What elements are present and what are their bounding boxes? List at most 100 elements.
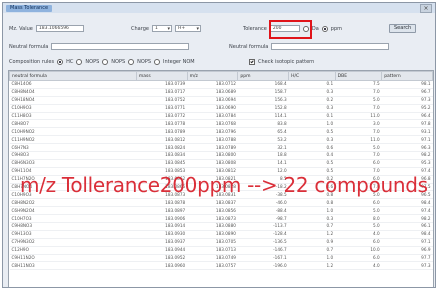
cell-value: 0.6 — [288, 143, 336, 153]
cell-value: -98.7 — [237, 214, 289, 224]
cell-value: 0.1 — [288, 112, 336, 121]
table-row[interactable]: C8H8N2O2 183.0878 183.0837 -46.0 0.8 6.0 98.4 — [9, 198, 433, 208]
cell-value: 0.3 — [288, 88, 336, 97]
header-hc[interactable]: H/C — [288, 71, 336, 81]
close-icon[interactable]: × — [420, 3, 432, 13]
search-button[interactable]: Search — [389, 24, 417, 33]
mz-input[interactable]: 183.1066596 — [35, 25, 84, 32]
cell-value: 183.0873 — [187, 214, 238, 224]
table-row[interactable]: C6H9N2O4 183.0897 183.0856 -88.4 1.0 5.0 97.4 — [9, 206, 433, 216]
table-row[interactable]: C11H9NO2 183.0812 183.0788 53.2 0.3 11.0 97.1 — [9, 135, 433, 145]
cell-value: 98.4 — [381, 230, 433, 239]
composition-radio-nops-1[interactable] — [76, 59, 83, 65]
composition-option-nops-3: NOPS — [137, 59, 152, 65]
cell-value: 98.1 — [381, 80, 433, 89]
cell-value: 152.8 — [237, 104, 289, 113]
cell-value: 183.0771 — [136, 104, 188, 113]
mz-label: Mz. Value — [9, 25, 33, 32]
composition-radio-nops-2[interactable] — [102, 59, 109, 65]
cell-value: -113.7 — [237, 222, 289, 231]
table-row[interactable]: C10H9O3 183.0771 183.0690 152.8 0.3 7.0 95.2 — [9, 104, 433, 113]
cell-value: 183.0772 — [136, 112, 188, 121]
cell-formula: C8H6N3O3 — [9, 159, 137, 168]
header-mz[interactable]: m/z — [186, 71, 239, 81]
polarity-value: H+ — [177, 26, 186, 31]
cell-value: -196.0 — [237, 261, 289, 271]
cell-value: 183.0713 — [187, 246, 238, 255]
table-row[interactable]: C6H7N3 183.0824 183.0789 32.1 0.6 5.0 96.3 — [9, 143, 433, 153]
cell-value: 183.0890 — [187, 230, 238, 239]
table-row[interactable]: C7H9N3O2 183.0937 183.0705 -136.5 0.9 6.0 97.1 — [9, 238, 433, 247]
cell-value: 7.0 — [335, 104, 382, 113]
table-row[interactable]: C8H11NO3 183.0960 183.0757 -196.0 1.2 4.0 97.3 — [9, 261, 433, 271]
cell-value: -136.5 — [237, 238, 289, 247]
table-row[interactable]: C11H8O3 183.0772 183.0784 114.1 0.1 11.0 96.4 — [9, 112, 433, 121]
table-row[interactable]: C9H8O3 183.0834 183.0800 18.8 0.4 7.0 98.2 — [9, 151, 433, 160]
header-ppm[interactable]: ppm — [237, 71, 290, 81]
table-row[interactable]: C9H11N2O 183.0952 183.0749 -167.1 1.0 6.0 97.7 — [9, 254, 433, 263]
cell-value: 98.2 — [381, 151, 433, 160]
neutral-formula-label: Neutral formula — [9, 43, 49, 50]
table-row[interactable]: C9H18NO4 183.0752 183.0694 156.3 0.2 5.0 97.3 — [9, 96, 433, 105]
cell-value: 0.2 — [288, 96, 336, 105]
neutral-formula-input[interactable] — [51, 43, 190, 50]
unit-ppm-radio[interactable] — [321, 25, 328, 32]
cell-value: 97.7 — [381, 254, 433, 263]
table-row[interactable]: C10H7O3 183.0906 183.0873 -98.7 0.3 8.0 98.2 — [9, 214, 433, 224]
cell-formula: C8H8O7 — [9, 119, 137, 129]
composition-row: Composition rules HC NOPS NOPS NOPS Inte… — [9, 59, 195, 65]
charge-select[interactable]: 1 ▾ — [151, 25, 172, 32]
cell-value: 4.0 — [335, 230, 382, 239]
cell-value: 183.0937 — [136, 238, 188, 247]
cell-value: 5.0 — [335, 96, 382, 105]
cell-value: 0.8 — [288, 198, 336, 208]
cell-formula: C9H13O3 — [9, 230, 137, 239]
cell-value: 0.3 — [288, 135, 336, 145]
unit-ppm-label: ppm — [330, 25, 342, 32]
cell-value: 183.0757 — [187, 261, 238, 271]
table-row[interactable]: C8H8O7 183.0778 183.0768 83.8 1.0 3.0 97.8 — [9, 119, 433, 129]
cell-value: 183.0834 — [136, 151, 188, 160]
composition-option-nops-2: NOPS — [111, 59, 126, 65]
table-row[interactable]: C10H9NO2 183.0789 183.0796 65.4 0.5 7.0 93.1 — [9, 127, 433, 137]
tolerance-label: Tolerance — [243, 25, 267, 32]
neutral-formula2-input[interactable] — [271, 43, 390, 50]
tolerance-highlight-box — [269, 20, 312, 39]
cell-value: 0.1 — [288, 80, 336, 89]
cell-formula: C6H7N3 — [9, 143, 137, 153]
header-mass[interactable]: mass — [135, 71, 188, 81]
composition-radio-integer[interactable] — [154, 59, 161, 65]
cell-value: 183.0796 — [187, 127, 238, 137]
cell-formula: C9H8NO3 — [9, 222, 137, 231]
table-row[interactable]: C8H14O6 183.0739 183.0712 168.4 0.1 7.5 98.1 — [9, 80, 433, 89]
table-row[interactable]: C9H8NO3 183.0914 183.0880 -113.7 0.7 5.0 96.1 — [9, 222, 433, 231]
table-row[interactable]: C8H6N3O3 183.0845 183.0808 14.1 0.5 6.0 95.3 — [9, 159, 433, 168]
header-formula[interactable]: neutral formula — [9, 71, 137, 81]
cell-value: 168.4 — [237, 80, 289, 89]
cell-value: 183.0897 — [136, 206, 188, 216]
table-row[interactable]: C12H9O 183.0944 183.0713 -146.7 0.7 10.0 96.9 — [9, 246, 433, 255]
cell-value: 6.0 — [335, 159, 382, 168]
cell-value: 14.1 — [237, 159, 289, 168]
cell-value: 183.0808 — [187, 159, 238, 168]
composition-radio-nops-3[interactable] — [128, 59, 135, 65]
cell-value: 98.4 — [381, 198, 433, 208]
check-isotopic-checkbox[interactable] — [249, 59, 255, 65]
cell-formula: C10H7O3 — [9, 214, 137, 224]
table-row[interactable]: C8H8N4O4 183.0717 183.0689 158.7 0.3 7.0 96.7 — [9, 88, 433, 97]
cell-formula: C10H9O3 — [9, 104, 137, 113]
header-pattern[interactable]: pattern — [381, 71, 433, 81]
cell-value: 96.1 — [381, 222, 433, 231]
cell-value: 183.0689 — [187, 88, 238, 97]
cell-formula: C8H8N2O2 — [9, 198, 137, 208]
window-title: Mass Tolerance — [6, 4, 53, 12]
composition-radio-hc[interactable] — [57, 59, 64, 65]
cell-value: 0.3 — [288, 214, 336, 224]
cell-value: 183.0690 — [187, 104, 238, 113]
table-row[interactable]: C9H13O3 183.0930 183.0890 -128.4 1.2 4.0 98.4 — [9, 230, 433, 239]
cell-value: 183.0837 — [187, 198, 238, 208]
header-dbe[interactable]: DBE — [334, 71, 383, 81]
cell-value: 183.0944 — [136, 246, 188, 255]
polarity-select[interactable]: H+ ▾ — [174, 25, 201, 32]
cell-formula: C6H9N2O4 — [9, 206, 137, 216]
